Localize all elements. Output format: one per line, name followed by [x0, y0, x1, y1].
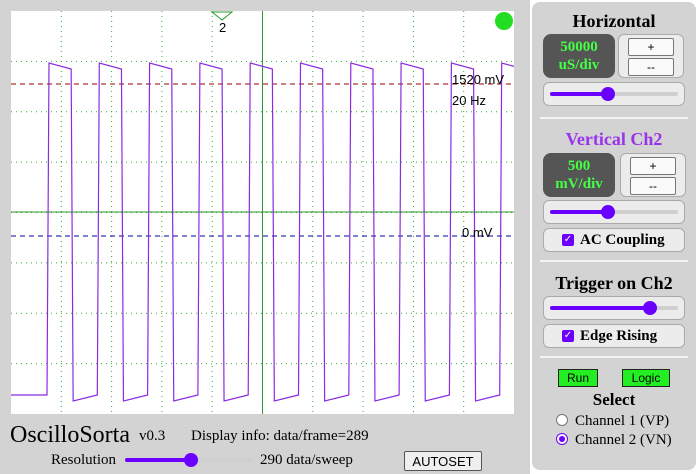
- slider-fill: [550, 306, 651, 310]
- select-title: Select: [592, 390, 636, 409]
- zero-voltage-readout: 0 mV: [462, 225, 493, 240]
- edge-rising-checkbox[interactable]: ✓: [562, 330, 574, 342]
- vertical-readout: 500 mV/div: [543, 153, 615, 197]
- resolution-label: Resolution: [51, 452, 117, 468]
- vertical-readout-value: 500: [567, 158, 591, 174]
- vertical-plus-button[interactable]: +: [630, 157, 676, 175]
- scope-frame: 2 1520 mV 20 Hz 0 mV OscilloSorta v0.3 D…: [0, 0, 530, 474]
- vertical-title: Vertical Ch2: [565, 129, 663, 149]
- vertical-step-buttons: + --: [620, 153, 686, 197]
- slider-thumb[interactable]: [643, 301, 658, 315]
- vertical-slider[interactable]: [550, 204, 678, 220]
- app-title: OscilloSorta: [10, 422, 130, 448]
- ac-coupling-toggle[interactable]: ✓ AC Coupling: [543, 228, 685, 252]
- ac-coupling-checkbox[interactable]: ✓: [562, 234, 574, 246]
- control-panel: Horizontal 50000 uS/div + -- Vertical Ch…: [532, 2, 696, 470]
- trigger-marker-label: 2: [219, 20, 227, 35]
- horizontal-title: Horizontal: [572, 11, 656, 31]
- edge-rising-toggle[interactable]: ✓ Edge Rising: [543, 324, 685, 348]
- slider-thumb[interactable]: [601, 205, 616, 219]
- channel-2-label: Channel 2 (VN): [575, 432, 672, 448]
- vertical-readout-unit: mV/div: [555, 176, 603, 192]
- horizontal-plus-button[interactable]: +: [628, 38, 674, 56]
- slider-thumb[interactable]: [601, 87, 616, 101]
- slider-fill: [550, 92, 609, 96]
- status-indicator: [495, 12, 513, 30]
- display-info: Display info: data/frame=289: [191, 428, 369, 444]
- scope-display: [11, 11, 514, 414]
- divider: [540, 356, 688, 358]
- channel-1-radio[interactable]: [556, 414, 568, 426]
- ac-coupling-label: AC Coupling: [580, 232, 665, 248]
- edge-rising-label: Edge Rising: [580, 328, 658, 344]
- vertical-slider-box: [543, 200, 685, 224]
- horizontal-readout-unit: uS/div: [558, 57, 600, 73]
- divider: [540, 117, 688, 119]
- horizontal-readout-value: 50000: [560, 39, 598, 55]
- resolution-slider[interactable]: [125, 452, 253, 468]
- channel-2-radio[interactable]: [556, 433, 568, 445]
- app-version: v0.3: [139, 428, 166, 444]
- horizontal-minus-button[interactable]: --: [628, 58, 674, 76]
- horizontal-readout: 50000 uS/div: [543, 34, 615, 78]
- logic-button[interactable]: Logic: [622, 369, 670, 387]
- trigger-title: Trigger on Ch2: [555, 273, 673, 293]
- autoset-button[interactable]: AUTOSET: [404, 451, 482, 471]
- slider-thumb[interactable]: [184, 453, 199, 467]
- slider-fill: [550, 210, 609, 214]
- peak-voltage-readout: 1520 mV: [452, 72, 505, 87]
- trigger-level-slider[interactable]: [550, 300, 678, 316]
- run-button[interactable]: Run: [558, 369, 598, 387]
- horizontal-slider[interactable]: [550, 86, 678, 102]
- resolution-value: 290 data/sweep: [260, 452, 353, 468]
- trigger-marker-icon: [210, 11, 234, 21]
- vertical-minus-button[interactable]: --: [630, 177, 676, 195]
- horizontal-step-buttons: + --: [618, 34, 684, 78]
- slider-fill: [125, 458, 192, 462]
- trigger-slider-box: [543, 296, 685, 320]
- horizontal-slider-box: [543, 82, 685, 106]
- channel-1-label: Channel 1 (VP): [575, 413, 670, 429]
- scope-screen[interactable]: [11, 11, 514, 414]
- frequency-readout: 20 Hz: [452, 93, 486, 108]
- divider: [540, 260, 688, 262]
